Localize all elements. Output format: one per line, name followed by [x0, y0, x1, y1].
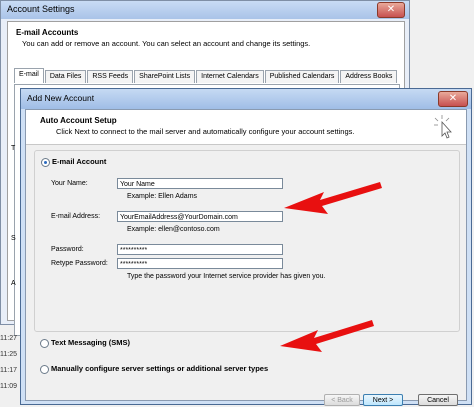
your-name-hint: Example: Ellen Adams [127, 193, 198, 200]
email-address-hint: Example: ellen@contoso.com [127, 226, 220, 233]
password-label: Password: [51, 246, 84, 253]
tab-data-files[interactable]: Data Files [44, 70, 87, 83]
auto-account-setup-title: Auto Account Setup [40, 116, 117, 125]
your-name-input[interactable]: Your Name [117, 178, 283, 189]
time-2: 11:25 [0, 351, 17, 358]
side-letter-s: S [11, 235, 16, 242]
email-address-label: E-mail Address: [51, 213, 101, 220]
next-button[interactable]: Next > [363, 394, 403, 406]
dialog-title: Add New Account [27, 93, 95, 103]
email-accounts-heading: E-mail Accounts [16, 28, 79, 37]
email-account-label: E-mail Account [52, 157, 107, 166]
side-letter-a: A [11, 280, 16, 287]
tab-sharepoint-lists[interactable]: SharePoint Lists [134, 70, 196, 83]
retype-password-label: Retype Password: [51, 260, 108, 267]
text-messaging-radio[interactable] [40, 339, 49, 348]
dialog-close-button[interactable]: ✕ [438, 91, 468, 107]
message-times: 11:27 11:25 11:17 11:09 [0, 335, 17, 399]
cancel-button[interactable]: Cancel [418, 394, 458, 406]
manual-configure-label: Manually configure server settings or ad… [51, 364, 269, 373]
tab-address-books[interactable]: Address Books [340, 70, 398, 83]
account-settings-tabs: E-mail Data Files RSS Feeds SharePoint L… [14, 68, 398, 84]
time-3: 11:17 [0, 367, 17, 374]
dialog-titlebar: Add New Account ✕ [21, 89, 471, 109]
email-account-radio[interactable] [41, 158, 50, 167]
add-new-account-dialog: Add New Account ✕ Auto Account Setup Cli… [20, 88, 472, 406]
click-cursor-icon [434, 115, 452, 139]
account-settings-titlebar: Account Settings ✕ [1, 1, 409, 19]
tab-internet-calendars[interactable]: Internet Calendars [196, 70, 264, 83]
email-address-input[interactable]: YourEmailAddress@YourDomain.com [117, 211, 283, 222]
dialog-body: Auto Account Setup Click Next to connect… [25, 109, 467, 406]
back-button[interactable]: < Back [324, 394, 360, 406]
email-accounts-description: You can add or remove an account. You ca… [22, 39, 311, 48]
retype-password-input[interactable]: ********** [117, 258, 283, 269]
time-4: 11:09 [0, 383, 17, 390]
red-arrow-icon-email [284, 182, 382, 214]
tab-published-calendars[interactable]: Published Calendars [264, 70, 340, 83]
password-input[interactable]: ********** [117, 244, 283, 255]
tab-email[interactable]: E-mail [14, 68, 44, 83]
email-account-group: E-mail Account Your Name: Your Name Exam… [34, 150, 460, 332]
dialog-header: Auto Account Setup Click Next to connect… [26, 110, 466, 145]
side-letter-t: T [11, 145, 16, 152]
auto-account-setup-subtitle: Click Next to connect to the mail server… [56, 127, 355, 136]
text-messaging-label: Text Messaging (SMS) [51, 338, 131, 347]
password-hint: Type the password your Internet service … [127, 273, 326, 280]
tab-rss-feeds[interactable]: RSS Feeds [87, 70, 134, 83]
account-settings-close-button[interactable]: ✕ [377, 2, 405, 18]
your-name-label: Your Name: [51, 180, 88, 187]
time-1: 11:27 [0, 335, 17, 342]
red-arrow-icon-manual [280, 320, 374, 352]
account-settings-title: Account Settings [7, 4, 75, 14]
manual-configure-radio[interactable] [40, 365, 49, 374]
